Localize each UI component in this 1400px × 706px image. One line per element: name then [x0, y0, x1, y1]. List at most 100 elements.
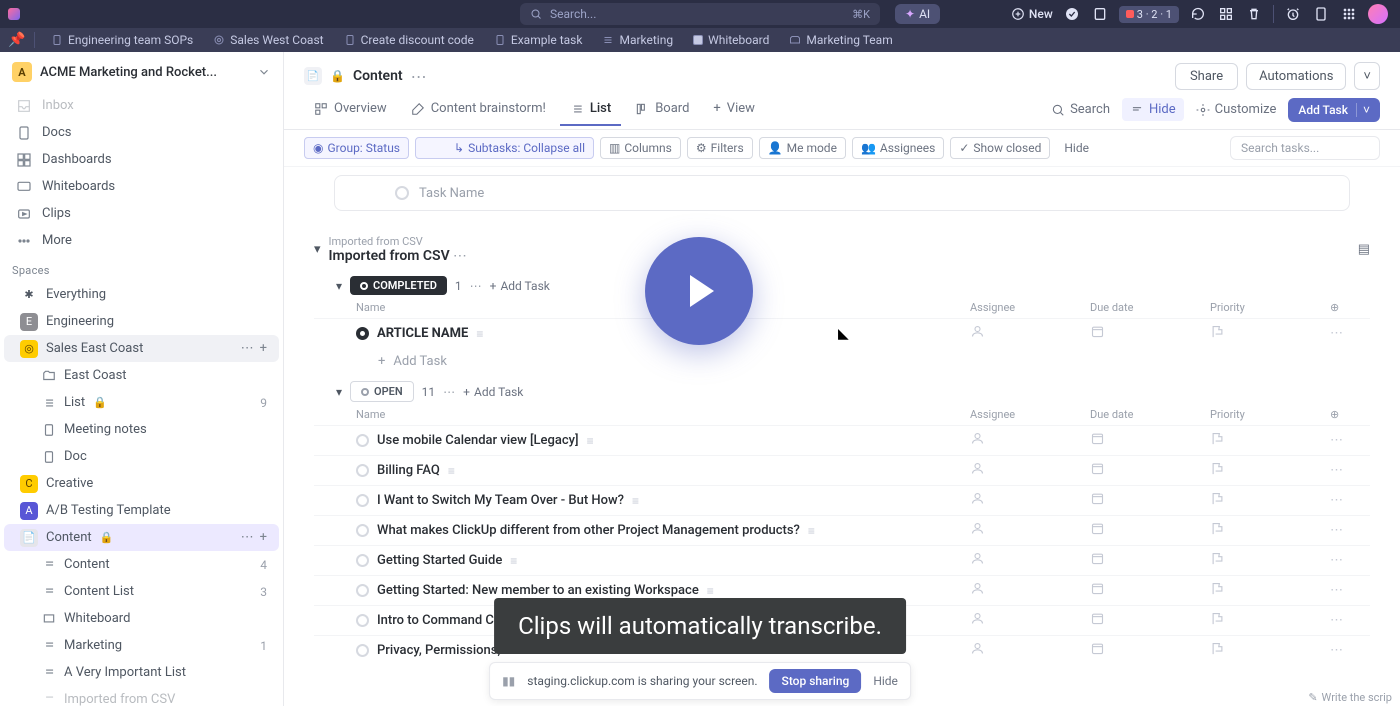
task-row[interactable]: ARTICLE NAME ≡ ⋯	[314, 318, 1370, 348]
more-icon[interactable]: ⋯	[1330, 613, 1370, 628]
due-date-cell[interactable]	[1090, 431, 1210, 450]
priority-cell[interactable]	[1210, 551, 1330, 570]
due-date-cell[interactable]	[1090, 491, 1210, 510]
tab-sales-west[interactable]: Sales West Coast	[205, 31, 331, 49]
more-icon[interactable]: ⋯	[453, 248, 467, 264]
pin-icon[interactable]: 📌	[8, 32, 26, 48]
task-row[interactable]: Billing FAQ≡ ⋯	[314, 455, 1370, 485]
assignee-cell[interactable]	[970, 641, 1090, 660]
task-row[interactable]: I Want to Switch My Team Over - But How?…	[314, 485, 1370, 515]
add-task-row[interactable]: + Add Task	[314, 348, 1370, 375]
status-circle-icon[interactable]	[356, 524, 369, 537]
list-imported-csv[interactable]: Imported from CSV	[4, 686, 279, 706]
more-icon[interactable]: ⋯	[1330, 326, 1370, 341]
view-list[interactable]: List	[560, 93, 621, 126]
more-icon[interactable]: ⋯	[241, 530, 254, 545]
whiteboard-item[interactable]: Whiteboard	[4, 605, 279, 632]
priority-cell[interactable]	[1210, 611, 1330, 630]
toolbar-search[interactable]: Search	[1043, 98, 1118, 121]
status-circle-icon[interactable]	[356, 494, 369, 507]
refresh-icon[interactable]	[1189, 5, 1207, 23]
due-date-cell[interactable]	[1090, 611, 1210, 630]
tab-whiteboard[interactable]: Whiteboard	[685, 31, 777, 49]
check-circle-icon[interactable]	[1063, 5, 1081, 23]
assignee-cell[interactable]	[970, 581, 1090, 600]
status-circle-icon[interactable]	[356, 464, 369, 477]
space-engineering[interactable]: EEngineering	[4, 308, 279, 335]
more-icon[interactable]: ⋯	[1330, 643, 1370, 658]
doc-meeting-notes[interactable]: Meeting notes	[4, 416, 279, 443]
priority-cell[interactable]	[1210, 461, 1330, 480]
assignee-cell[interactable]	[970, 551, 1090, 570]
workspace-switcher[interactable]: A ACME Marketing and Rocket...	[0, 52, 283, 92]
recording-counter[interactable]: 3 · 2 · 1	[1119, 6, 1179, 23]
doc-doc[interactable]: Doc	[4, 443, 279, 470]
view-brainstorm[interactable]: Content brainstorm!	[401, 93, 556, 126]
status-circle-icon[interactable]	[356, 434, 369, 447]
hide-sharebar-button[interactable]: Hide	[873, 674, 898, 688]
apps-icon[interactable]	[1340, 5, 1358, 23]
list-very-important[interactable]: A Very Important List	[4, 659, 279, 686]
priority-cell[interactable]	[1210, 581, 1330, 600]
grid-icon[interactable]	[1217, 5, 1235, 23]
add-column-icon[interactable]: ⊕	[1330, 301, 1370, 314]
priority-cell[interactable]	[1210, 324, 1330, 343]
task-row[interactable]: Getting Started Guide≡ ⋯	[314, 545, 1370, 575]
app-logo[interactable]	[0, 1, 28, 27]
space-sales-east[interactable]: ◎Sales East Coast⋯+	[4, 335, 279, 362]
status-badge-open[interactable]: OPEN	[350, 381, 414, 402]
more-icon[interactable]: ⋯	[1330, 493, 1370, 508]
status-circle-icon[interactable]	[356, 327, 369, 340]
more-icon[interactable]: ⋯	[1330, 523, 1370, 538]
due-date-cell[interactable]	[1090, 551, 1210, 570]
due-date-cell[interactable]	[1090, 324, 1210, 343]
list-content[interactable]: Content4	[4, 551, 279, 578]
list-content-list[interactable]: Content List3	[4, 578, 279, 605]
task-row[interactable]: Use mobile Calendar view [Legacy]≡ ⋯	[314, 425, 1370, 455]
add-column-icon[interactable]: ⊕	[1330, 408, 1370, 421]
add-view[interactable]: +View	[703, 93, 765, 126]
new-task-input[interactable]: Task Name	[334, 175, 1350, 211]
automations-dropdown[interactable]: ˅	[1354, 62, 1380, 90]
assignee-cell[interactable]	[970, 431, 1090, 450]
task-row[interactable]: What makes ClickUp different from other …	[314, 515, 1370, 545]
more-icon[interactable]: ⋯	[1330, 433, 1370, 448]
space-creative[interactable]: CCreative	[4, 470, 279, 497]
stop-sharing-button[interactable]: Stop sharing	[770, 669, 862, 693]
due-date-cell[interactable]	[1090, 641, 1210, 660]
toolbar-customize[interactable]: Customize	[1188, 98, 1285, 121]
collapse-icon[interactable]: ▾	[336, 279, 342, 293]
more-icon[interactable]: ⋯	[1330, 463, 1370, 478]
view-board[interactable]: Board	[625, 93, 699, 126]
nav-docs[interactable]: Docs	[0, 119, 283, 146]
priority-cell[interactable]	[1210, 431, 1330, 450]
search-tasks-input[interactable]: Search tasks...	[1230, 136, 1380, 160]
filter-me-mode[interactable]: 👤 Me mode	[759, 137, 846, 159]
nav-whiteboards[interactable]: Whiteboards	[0, 173, 283, 200]
priority-cell[interactable]	[1210, 491, 1330, 510]
collapse-icon[interactable]: ▾	[314, 242, 321, 257]
more-icon[interactable]: ⋯	[241, 341, 254, 356]
notepad-icon[interactable]	[1091, 5, 1109, 23]
add-task-link[interactable]: + Add Task	[463, 385, 523, 399]
assignee-cell[interactable]	[970, 611, 1090, 630]
priority-cell[interactable]	[1210, 521, 1330, 540]
assignee-cell[interactable]	[970, 324, 1090, 343]
assignee-cell[interactable]	[970, 491, 1090, 510]
tab-marketing[interactable]: Marketing	[594, 31, 681, 49]
tab-engineering-sops[interactable]: Engineering team SOPs	[43, 31, 201, 49]
board-icon[interactable]: ▤	[1358, 242, 1370, 257]
plus-icon[interactable]: +	[260, 341, 267, 356]
list-marketing[interactable]: Marketing1	[4, 632, 279, 659]
tab-discount[interactable]: Create discount code	[336, 31, 482, 49]
share-button[interactable]: Share	[1175, 63, 1238, 90]
toolbar-hide[interactable]: Hide	[1122, 98, 1184, 121]
space-content[interactable]: 📄Content🔒⋯+	[4, 524, 279, 551]
space-ab-testing[interactable]: AA/B Testing Template	[4, 497, 279, 524]
collapse-icon[interactable]: ▾	[336, 385, 342, 399]
nav-more[interactable]: More	[0, 227, 283, 254]
status-circle-icon[interactable]	[356, 644, 369, 657]
doc-icon[interactable]	[1312, 5, 1330, 23]
nav-inbox[interactable]: Inbox	[0, 92, 283, 119]
status-circle-icon[interactable]	[356, 614, 369, 627]
